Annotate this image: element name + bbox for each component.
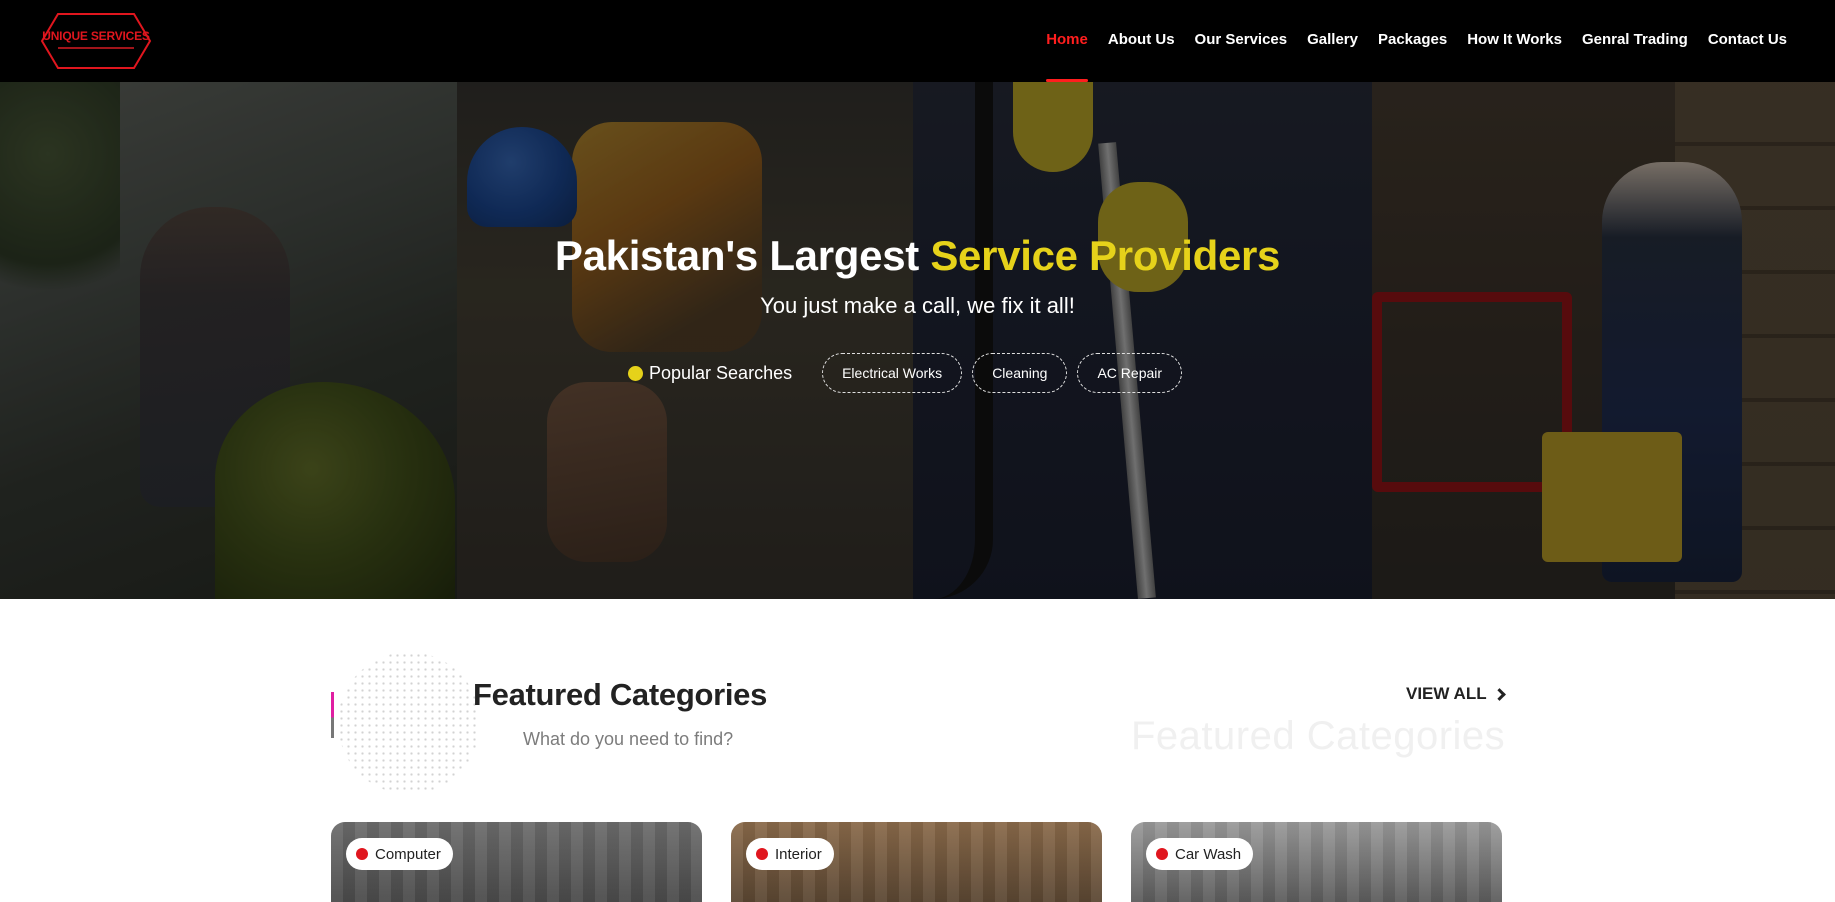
nav-contact-us[interactable]: Contact Us [1708, 0, 1787, 82]
section-accent-bar [331, 692, 334, 738]
logo-tagline-line [58, 47, 134, 49]
search-chip-electrical-works[interactable]: Electrical Works [822, 353, 963, 393]
category-tag: Car Wash [1146, 838, 1254, 870]
nav-packages[interactable]: Packages [1378, 0, 1447, 82]
view-all-label: VIEW ALL [1406, 684, 1487, 703]
category-tag-label: Interior [775, 845, 822, 863]
nav-about-us[interactable]: About Us [1108, 0, 1175, 82]
category-tag: Computer [346, 838, 453, 870]
dotted-circle-decoration [338, 652, 480, 794]
category-tag-label: Car Wash [1175, 845, 1242, 863]
logo-text: UNIQUE SERVICES [42, 29, 150, 43]
featured-categories-subtitle: What do you need to find? [523, 729, 734, 749]
red-dot-icon [356, 848, 368, 860]
nav-home[interactable]: Home [1046, 0, 1088, 82]
hero-title-accent: Service Providers [930, 232, 1281, 279]
nav-gallery[interactable]: Gallery [1307, 0, 1358, 82]
category-card-car-wash[interactable]: Car Wash [1131, 822, 1502, 902]
featured-categories-title: Featured Categories [473, 677, 768, 712]
hero-title-main: Pakistan's Largest [554, 232, 931, 279]
nav-our-services[interactable]: Our Services [1195, 0, 1288, 82]
main-nav: Home About Us Our Services Gallery Packa… [1046, 0, 1787, 82]
top-navbar: UNIQUE SERVICES Home About Us Our Servic… [0, 0, 1835, 82]
featured-categories-watermark: Featured Categories [1131, 714, 1506, 758]
category-tag-label: Computer [375, 845, 441, 863]
category-card-computer[interactable]: Computer [331, 822, 702, 902]
red-dot-icon [756, 848, 768, 860]
popular-searches: Popular Searches Electrical Works Cleani… [628, 353, 1192, 393]
category-tag: Interior [746, 838, 834, 870]
popular-searches-label: Popular Searches [649, 362, 793, 383]
chevron-right-icon [1492, 687, 1506, 701]
yellow-dot-icon [628, 365, 643, 381]
brand-logo[interactable]: UNIQUE SERVICES [40, 12, 152, 70]
hero-banner: Pakistan's Largest Service Providers You… [0, 82, 1835, 599]
search-chip-cleaning[interactable]: Cleaning [972, 353, 1068, 393]
nav-how-it-works[interactable]: How It Works [1467, 0, 1562, 82]
nav-general-trading[interactable]: Genral Trading [1582, 0, 1688, 82]
view-all-link[interactable]: VIEW ALL [1406, 684, 1506, 704]
hero-overlay [0, 82, 1835, 599]
hero-title: Pakistan's Largest Service Providers [0, 232, 1835, 280]
red-dot-icon [1156, 848, 1168, 860]
category-card-interior[interactable]: Interior [731, 822, 1102, 902]
hero-subtitle: You just make a call, we fix it all! [760, 293, 1075, 318]
search-chip-ac-repair[interactable]: AC Repair [1077, 353, 1183, 393]
